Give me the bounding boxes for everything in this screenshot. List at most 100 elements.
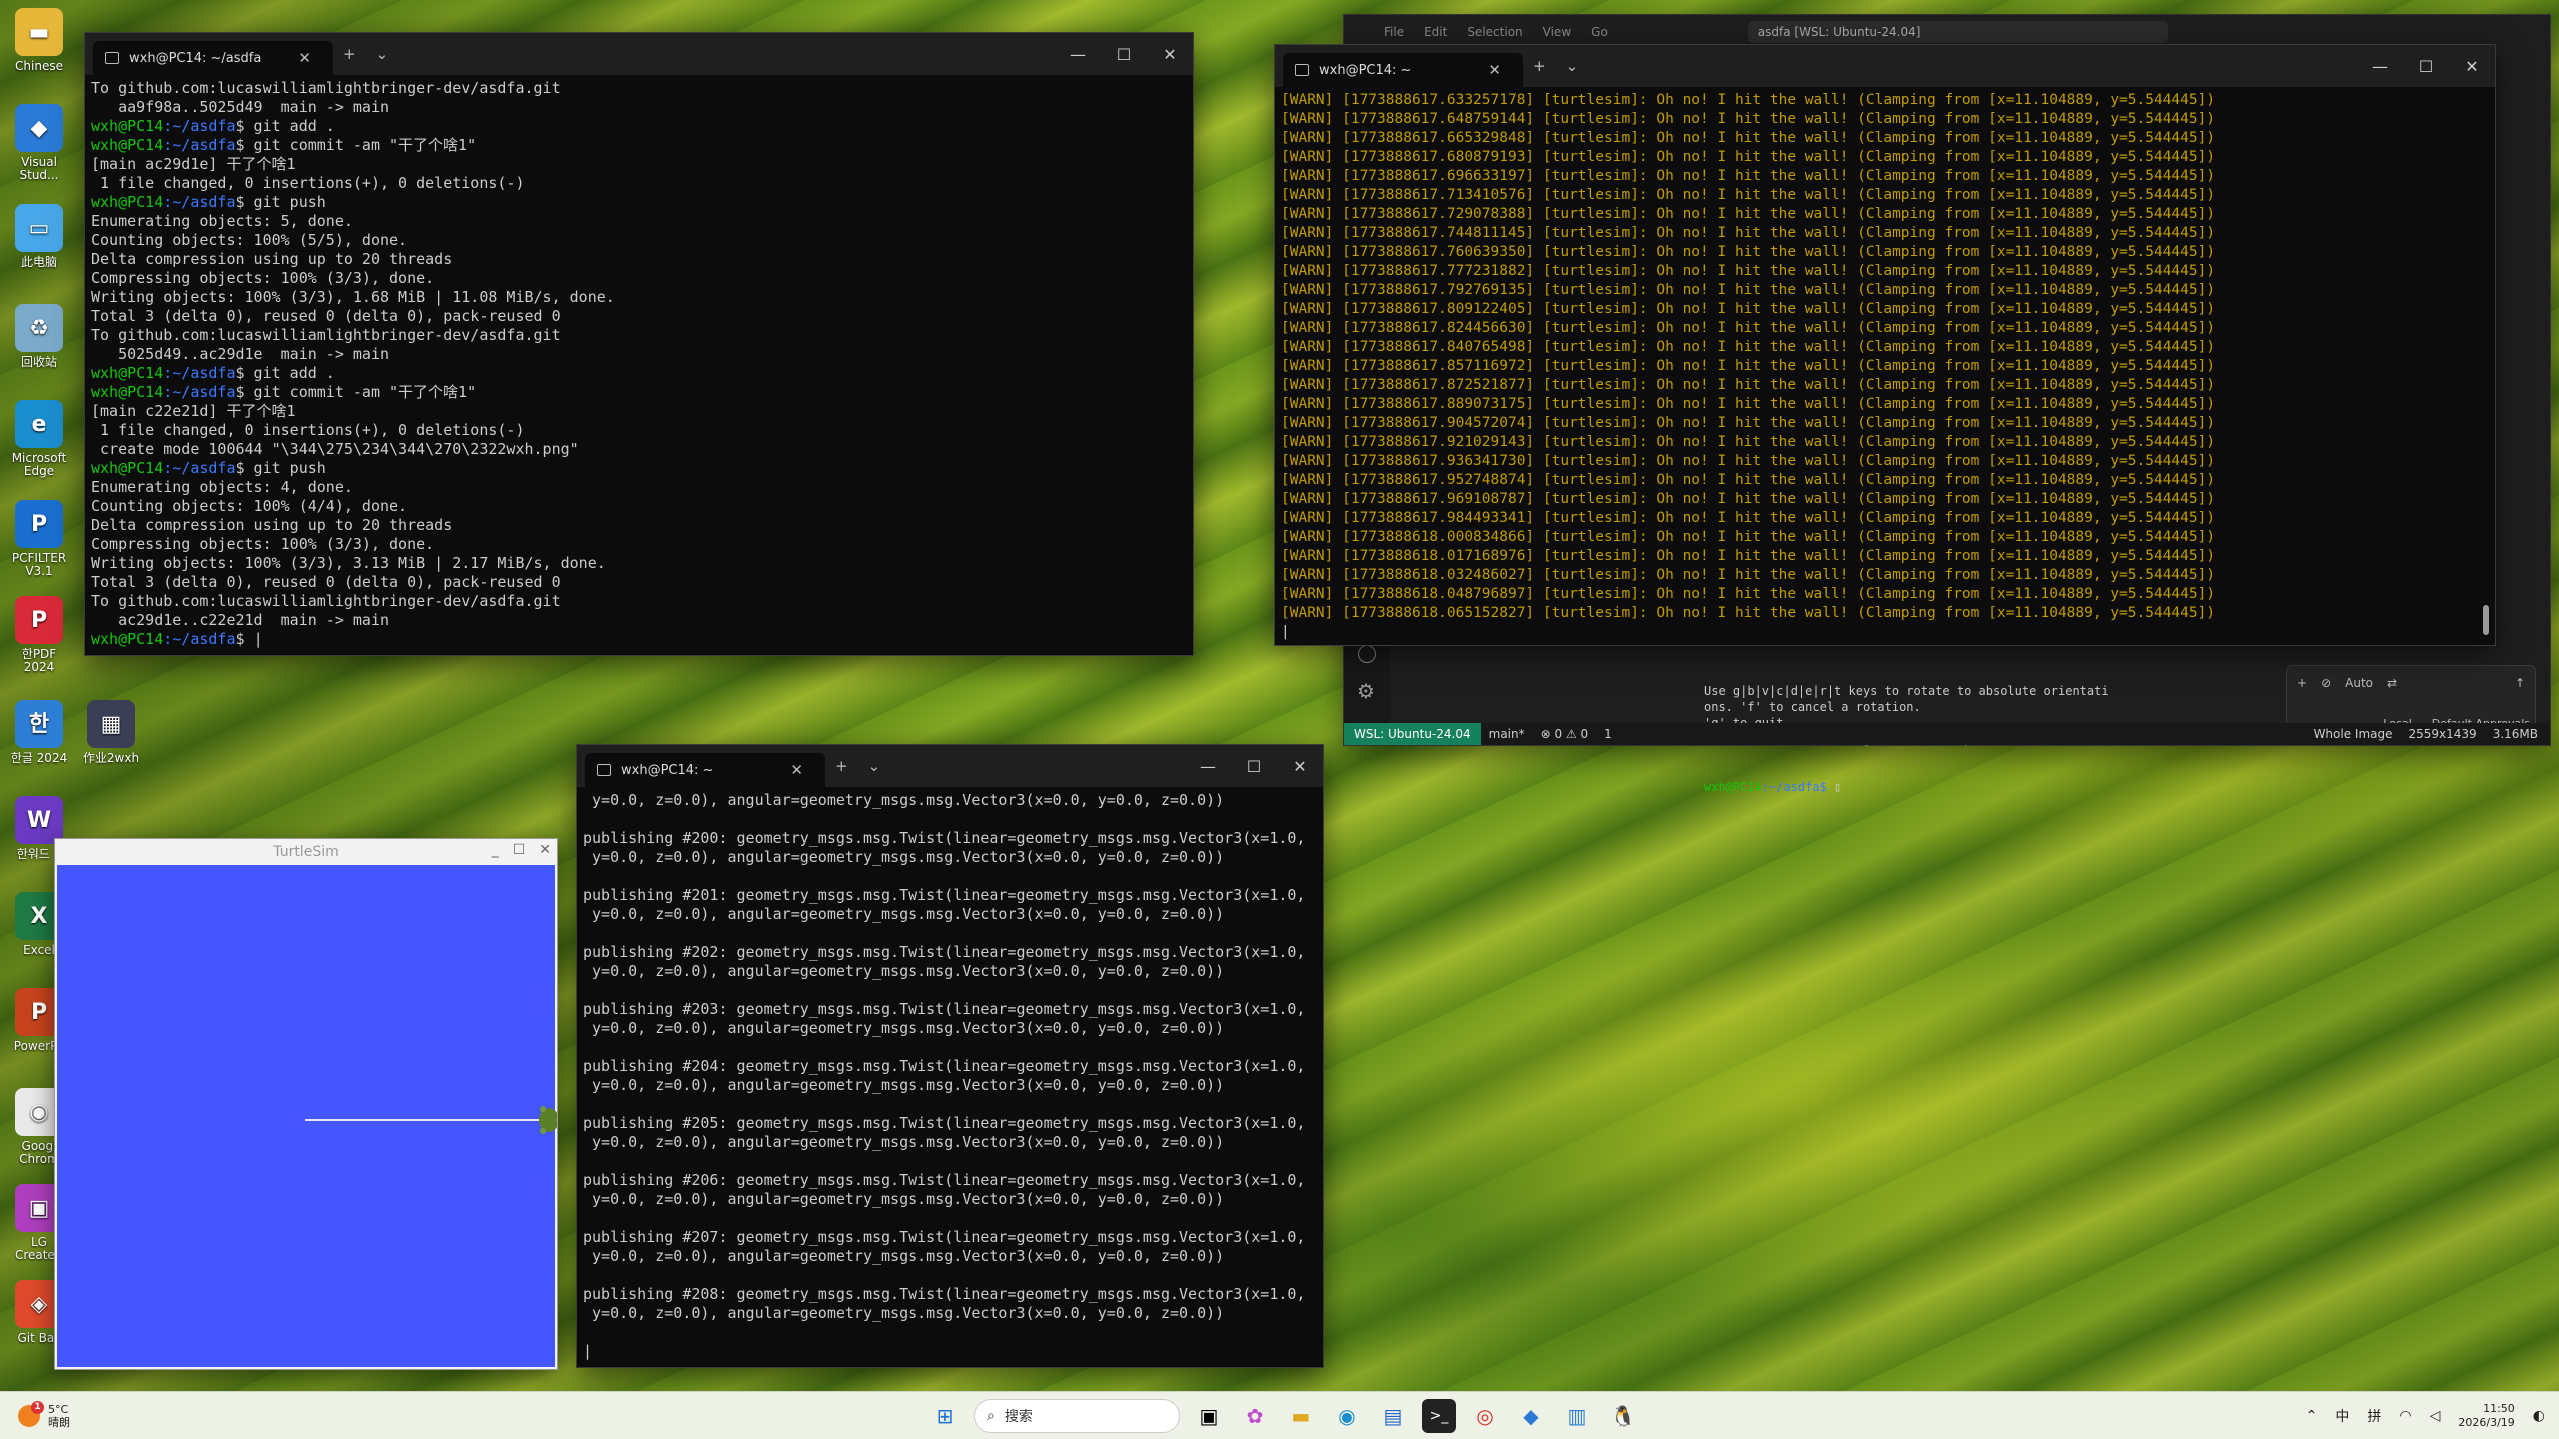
maximize-icon[interactable]: ☐ [1101,45,1147,64]
status-item[interactable]: Whole Image [2314,727,2393,741]
desktop-icon[interactable]: ◆ Visual Stud... [8,104,70,182]
close-icon[interactable]: ✕ [1277,757,1323,776]
minimize-icon[interactable]: — [1055,45,1101,64]
desktop-icon[interactable]: P PCFILTER V3.1 [8,500,70,578]
gear-icon[interactable]: ⚙ [1357,679,1375,703]
weather-widget[interactable]: 1 5°C 晴朗 [0,1400,70,1429]
prompt-path: :~/asdfa [163,630,236,648]
terminal-window-turtlesim-log[interactable]: wxh@PC14: ~ ✕ + ⌄ — ☐ ✕ [WARN] [17738886… [1274,44,2496,646]
send-icon[interactable]: ↑ [2515,676,2525,690]
remote-indicator[interactable]: WSL: Ubuntu-24.04 [1344,723,1481,745]
volume-icon[interactable]: ◁ [2430,1408,2441,1424]
prompt-user: wxh@PC14 [91,136,164,154]
terminal-line: y=0.0, z=0.0), angular=geometry_msgs.msg… [583,1019,1225,1037]
close-icon[interactable]: ✕ [1147,45,1193,64]
vscode-app-icon[interactable]: ◆ [1514,1399,1548,1433]
close-icon[interactable]: ✕ [2449,57,2495,76]
new-tab-icon[interactable]: + [1523,57,1556,75]
log-line: [WARN] [1773888618.065152827] [turtlesim… [1281,605,2216,621]
add-context-icon[interactable]: + [2297,676,2307,690]
chat-mode-dropdown[interactable]: Auto [2345,676,2373,690]
minimize-icon[interactable]: — [1185,757,1231,776]
terminal-line: To github.com:lucaswilliamlightbringer-d… [91,326,561,344]
edge-icon[interactable]: ◉ [1330,1399,1364,1433]
terminal-app-icon[interactable]: >_ [1422,1398,1456,1433]
desktop-icon[interactable]: e Microsoft Edge [8,400,70,478]
status-item[interactable]: 3.16MB [2493,727,2538,741]
close-tab-icon[interactable]: ✕ [780,761,813,779]
maximize-icon[interactable]: ☐ [513,842,526,858]
ime-pinyin[interactable]: 拼 [2367,1406,2381,1426]
vscode-menu: File Edit Selection View Go [1384,25,1608,39]
tools-icon[interactable]: ⊘ [2321,676,2331,690]
ports-indicator[interactable]: 1 [1596,727,1620,741]
log-line: [WARN] [1773888617.680879193] [turtlesim… [1281,149,2216,165]
log-line: [WARN] [1773888617.984493341] [turtlesim… [1281,510,2216,526]
desktop-icon[interactable]: 한 한글 2024 [8,700,70,765]
close-tab-icon[interactable]: ✕ [288,49,321,67]
search-icon: ⌕ [987,1407,995,1424]
clock[interactable]: 11:50 2026/3/19 [2458,1402,2514,1430]
scrollbar-thumb[interactable] [2483,605,2489,635]
chevron-down-icon[interactable]: ⌄ [366,45,399,63]
copilot-icon[interactable]: ✿ [1238,1399,1272,1433]
chevron-up-icon[interactable]: ⌃ [2306,1408,2318,1424]
chrome-icon[interactable]: ◎ [1468,1399,1502,1433]
status-item[interactable]: 2559x1439 [2409,727,2477,741]
ime-mode[interactable]: 中 [2335,1406,2349,1426]
terminal-tab[interactable]: wxh@PC14: ~/asdfa ✕ [93,41,333,75]
desktop-icon[interactable]: P 한PDF 2024 [8,596,70,674]
taskbar-search[interactable]: ⌕ 搜索 [974,1398,1180,1433]
maximize-icon[interactable]: ☐ [1231,757,1277,776]
new-tab-icon[interactable]: + [825,757,858,775]
turtlesim-window[interactable]: TurtleSim _ ☐ ✕ [54,838,558,1370]
terminal-tab[interactable]: wxh@PC14: ~ ✕ [1283,53,1523,87]
file-explorer-icon[interactable]: ▬ [1284,1399,1318,1433]
desktop-icon[interactable]: ♻ 回收站 [8,304,70,369]
terminal-output[interactable]: y=0.0, z=0.0), angular=geometry_msgs.msg… [577,787,1323,1365]
terminal-window-git[interactable]: wxh@PC14: ~/asdfa ✕ + ⌄ — ☐ ✕ To github.… [84,32,1194,656]
notification-icon[interactable]: ◐ [2533,1408,2545,1424]
log-line: [WARN] [1773888617.792769135] [turtlesim… [1281,282,2216,298]
terminal-output[interactable]: [WARN] [1773888617.633257178] [turtlesim… [1275,87,2495,645]
close-tab-icon[interactable]: ✕ [1478,61,1511,79]
maximize-icon[interactable]: ☐ [2403,57,2449,76]
turtle-icon [539,1106,557,1134]
wifi-icon[interactable]: ◠ [2399,1408,2411,1424]
start-button[interactable]: ⊞ [928,1399,962,1433]
desktop-icon[interactable]: ▬ Chinese [8,8,70,73]
terminal-window-publisher[interactable]: wxh@PC14: ~ ✕ + ⌄ — ☐ ✕ y=0.0, z=0.0), a… [576,744,1324,1368]
terminal-line: publishing #207: geometry_msgs.msg.Twist… [583,1228,1306,1246]
linux-icon[interactable]: 🐧 [1606,1399,1640,1433]
menu-item[interactable]: View [1543,25,1571,39]
menu-item[interactable]: Edit [1424,25,1447,39]
vscode-command-center[interactable]: asdfa [WSL: Ubuntu-24.04] [1747,21,2168,43]
prompt-command: $ [235,630,254,648]
terminal-output[interactable]: To github.com:lucaswilliamlightbringer-d… [85,75,1193,653]
desktop-icon[interactable]: ▦ 作业2wxh [80,700,142,765]
new-tab-icon[interactable]: + [333,45,366,63]
problems-indicator[interactable]: ⊗ 0 ⚠ 0 [1533,727,1597,741]
desktop-icon[interactable]: ▭ 此电脑 [8,204,70,269]
menu-item[interactable]: Selection [1467,25,1522,39]
close-icon[interactable]: ✕ [539,842,551,858]
log-line: [WARN] [1773888618.048796897] [turtlesim… [1281,586,2216,602]
desktop-icon-label: Visual Stud... [19,155,59,182]
settings-sliders-icon[interactable]: ⇄ [2387,676,2397,690]
log-line: [WARN] [1773888617.665329848] [turtlesim… [1281,130,2216,146]
terminal-line: Compressing objects: 100% (3/3), done. [91,535,435,553]
chevron-down-icon[interactable]: ⌄ [858,757,891,775]
branch-indicator[interactable]: main* [1481,727,1533,741]
chevron-down-icon[interactable]: ⌄ [1556,57,1589,75]
task-view-icon[interactable]: ▣ [1192,1399,1226,1433]
account-icon[interactable] [1358,645,1376,663]
minimize-icon[interactable]: — [2357,57,2403,76]
minimize-icon[interactable]: _ [492,842,499,858]
store-icon[interactable]: ▤ [1376,1399,1410,1433]
menu-item[interactable]: File [1384,25,1404,39]
terminal-line: create mode 100644 "\344\275\234\344\270… [91,440,579,458]
terminal-tab[interactable]: wxh@PC14: ~ ✕ [585,753,825,787]
notepad-icon[interactable]: ▥ [1560,1399,1594,1433]
menu-item[interactable]: Go [1591,25,1608,39]
